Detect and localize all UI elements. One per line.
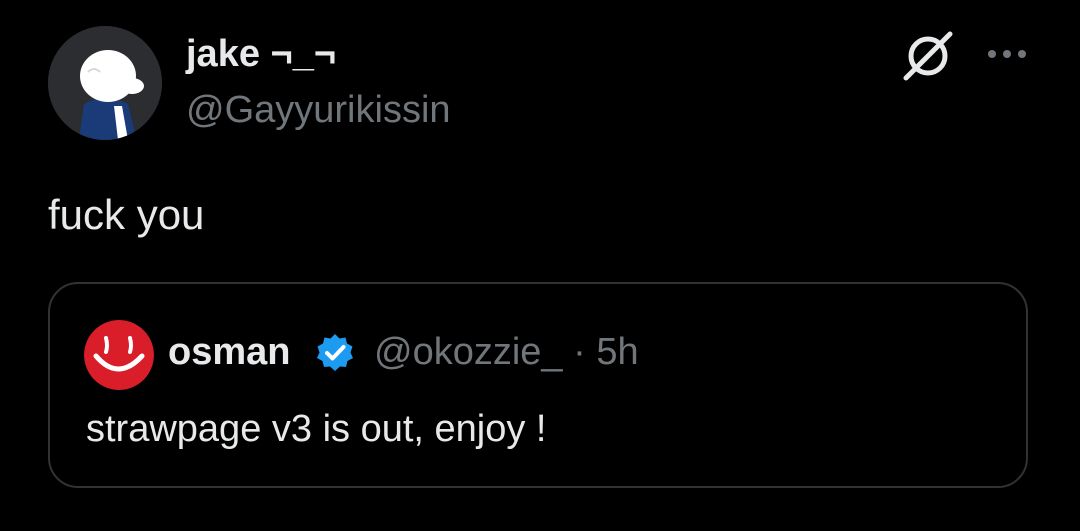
tweet-text: fuck you	[48, 191, 205, 238]
quoted-author-handle-time[interactable]: @okozzie_ · 5h	[374, 330, 639, 374]
quoted-tweet-text: strawpage v3 is out, enjoy !	[86, 408, 547, 450]
author-handle[interactable]: @Gayyurikissin	[186, 88, 451, 132]
grok-icon[interactable]	[900, 28, 956, 84]
author-name[interactable]: jake ¬_¬	[186, 32, 336, 76]
author-avatar[interactable]	[48, 26, 162, 140]
verified-badge-icon	[314, 332, 356, 374]
quoted-author-avatar[interactable]	[84, 320, 154, 390]
tweet-card[interactable]: jake ¬_¬ @Gayyurikissin fuck you osman @…	[0, 0, 1080, 531]
quoted-tweet[interactable]: osman @okozzie_ · 5h strawpage v3 is out…	[48, 282, 1028, 488]
quoted-author-name[interactable]: osman	[168, 330, 290, 374]
more-options-icon[interactable]	[984, 42, 1030, 66]
